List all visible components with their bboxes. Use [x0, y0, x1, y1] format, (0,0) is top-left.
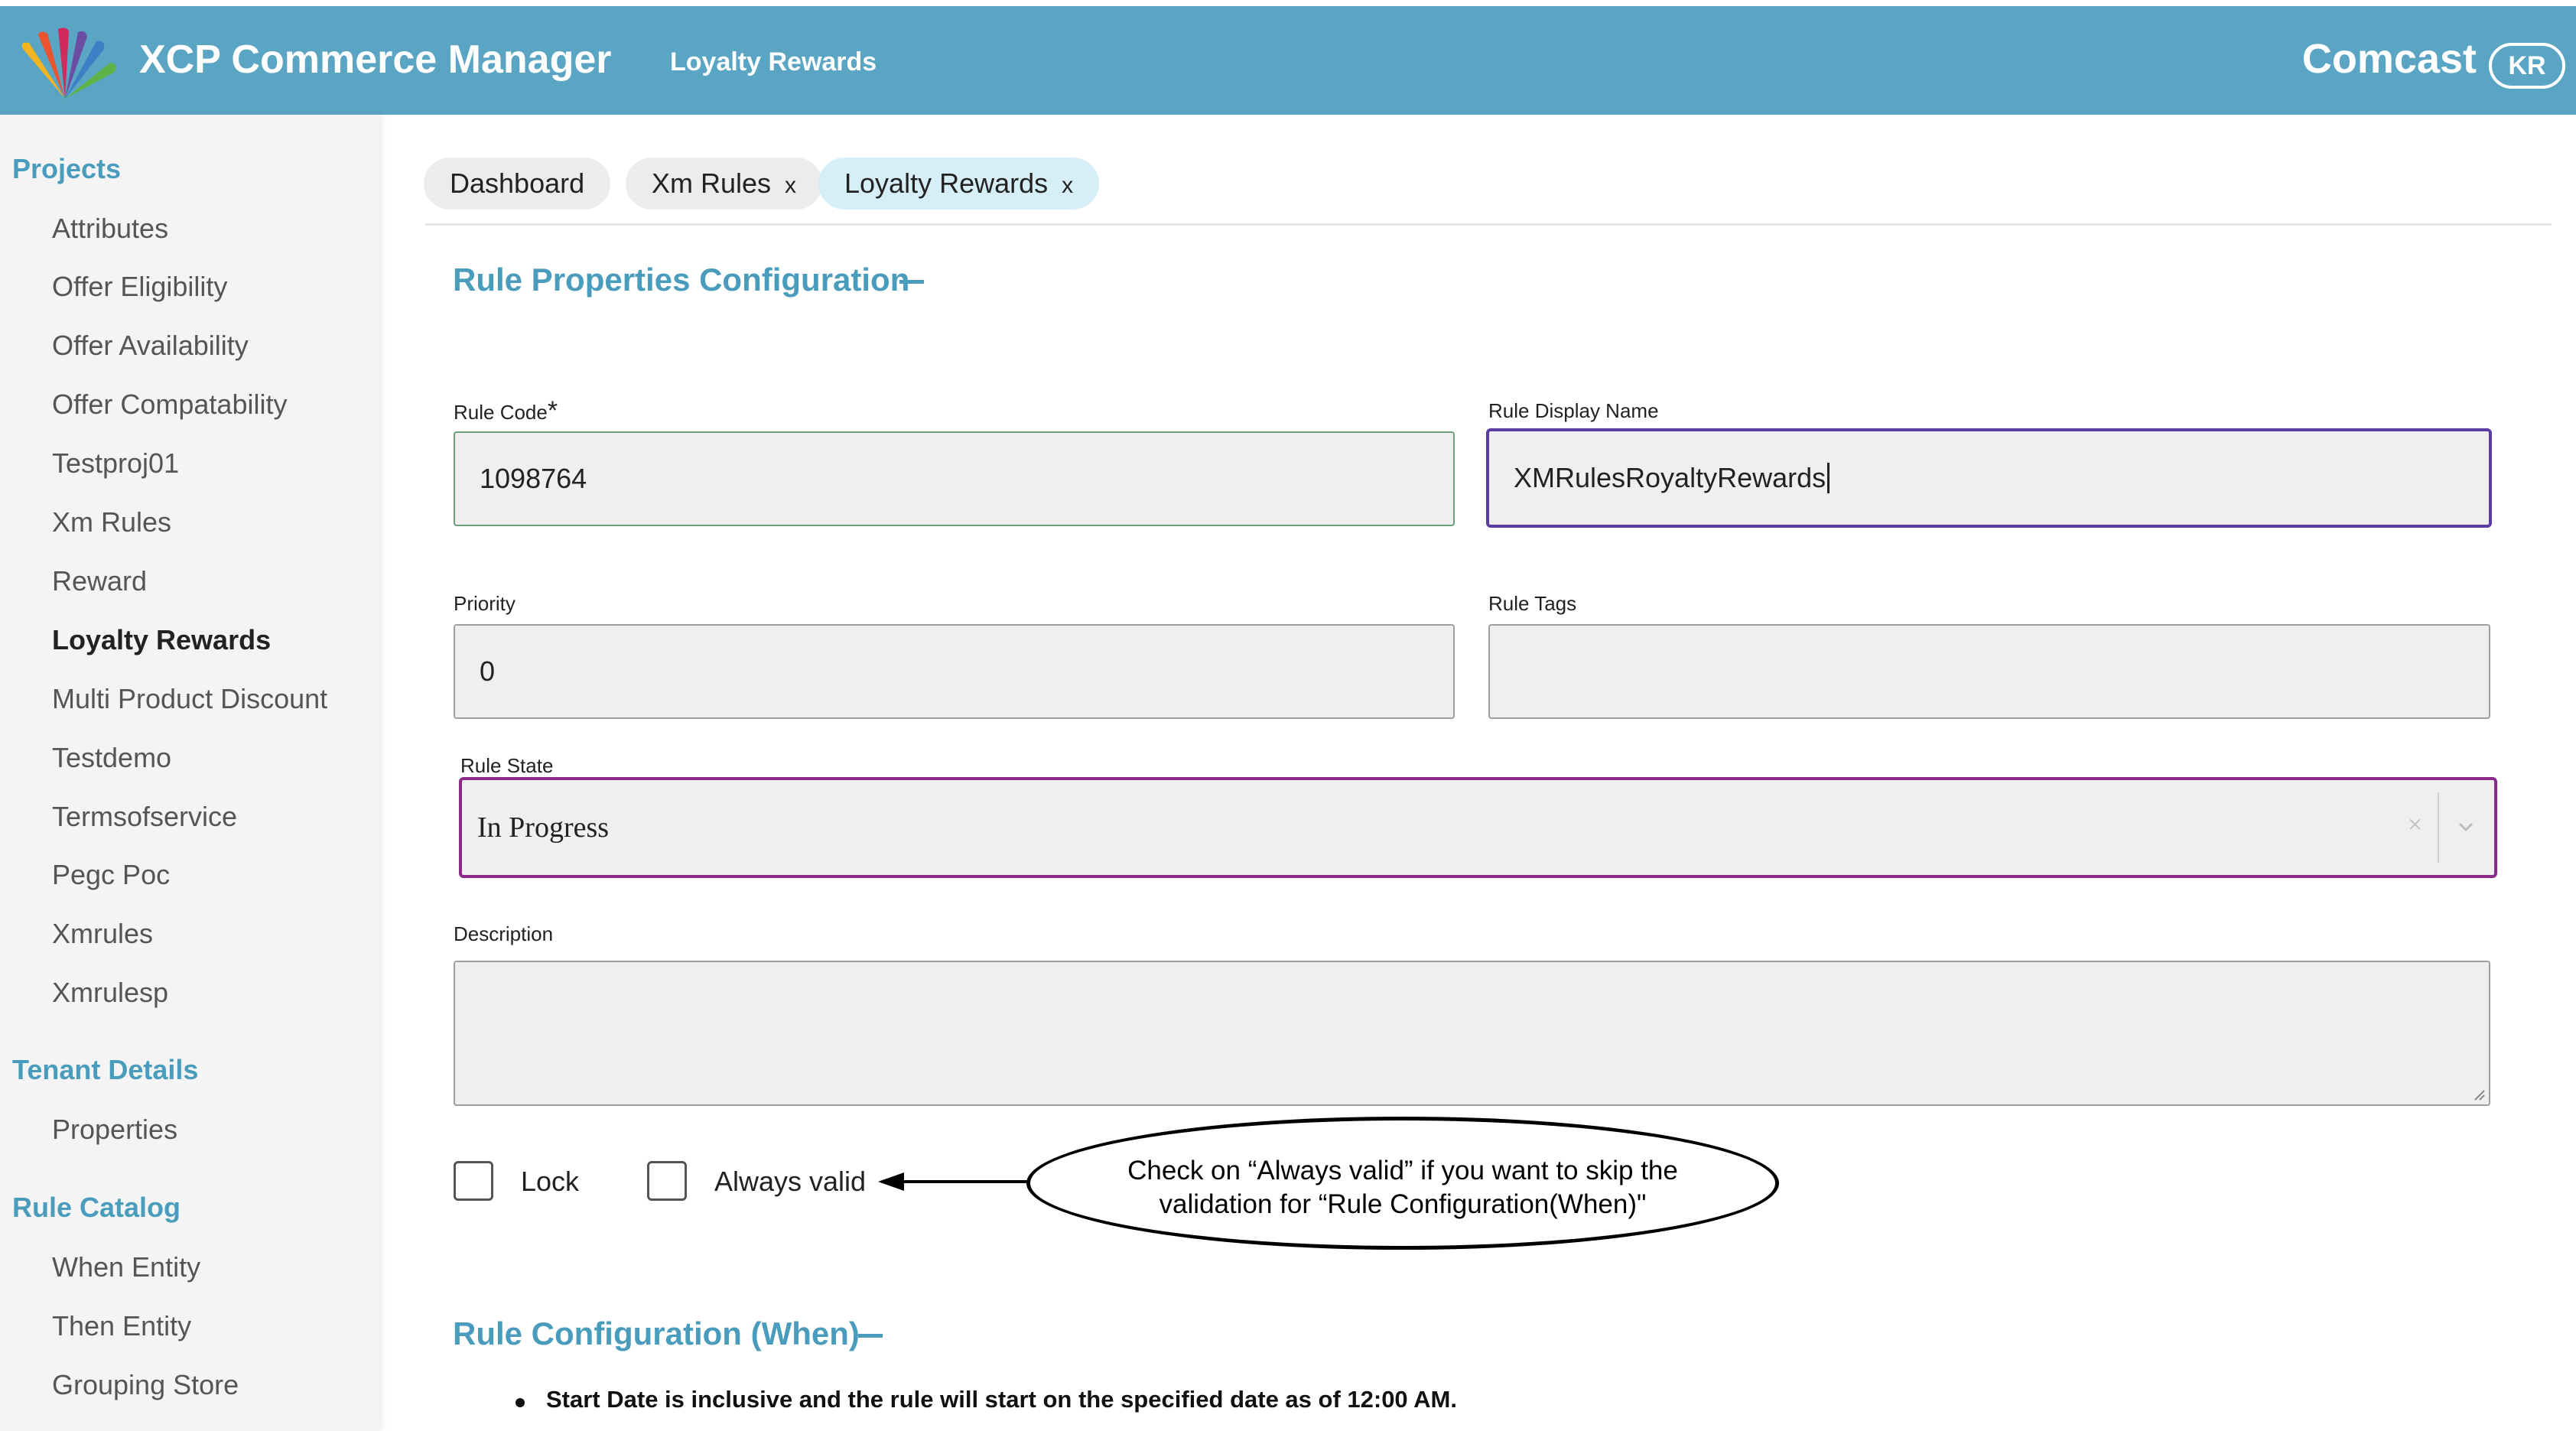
- sidebar-heading-projects[interactable]: Projects: [12, 153, 121, 185]
- sidebar-item-xm-rules[interactable]: Xm Rules: [52, 506, 171, 538]
- close-icon[interactable]: x: [785, 173, 796, 198]
- sidebar: Projects Attributes Offer Eligibility Of…: [0, 115, 379, 1431]
- sidebar-item-offer-eligibility[interactable]: Offer Eligibility: [52, 271, 227, 303]
- tab-xm-rules[interactable]: Xm Rules x: [626, 158, 823, 210]
- rule-display-name-input[interactable]: XMRulesRoyaltyRewards: [1486, 428, 2492, 528]
- sidebar-item-reward[interactable]: Reward: [52, 565, 147, 597]
- lock-checkbox[interactable]: [454, 1161, 493, 1201]
- tab-label: Xm Rules: [652, 167, 772, 199]
- sidebar-item-loyalty-rewards[interactable]: Loyalty Rewards: [52, 624, 271, 656]
- description-textarea[interactable]: [454, 961, 2490, 1106]
- lock-label: Lock: [521, 1166, 580, 1197]
- sidebar-item-offer-compatability[interactable]: Offer Compatability: [52, 389, 287, 421]
- text-cursor: [1827, 463, 1830, 493]
- sidebar-item-termsofservice[interactable]: Termsofservice: [52, 801, 237, 833]
- required-asterisk: *: [547, 396, 558, 425]
- sidebar-item-xmrules[interactable]: Xmrules: [52, 918, 153, 950]
- rule-state-label: Rule State: [460, 754, 554, 777]
- clear-icon[interactable]: ×: [2408, 811, 2422, 840]
- collapse-icon[interactable]: [899, 280, 924, 284]
- rule-code-value: 1098764: [480, 463, 587, 494]
- rule-tags-input[interactable]: [1488, 624, 2490, 719]
- user-avatar[interactable]: KR: [2489, 43, 2565, 89]
- sidebar-item-testproj01[interactable]: Testproj01: [52, 447, 179, 480]
- description-label: Description: [454, 922, 554, 945]
- sidebar-heading-rule-catalog[interactable]: Rule Catalog: [12, 1192, 181, 1224]
- tab-divider: [425, 223, 2552, 226]
- sidebar-item-attributes[interactable]: Attributes: [52, 213, 168, 245]
- rule-state-select[interactable]: In Progress ×: [459, 777, 2497, 878]
- always-valid-label: Always valid: [714, 1166, 867, 1197]
- rule-code-label: Rule Code*: [454, 396, 558, 426]
- rule-display-name-value: XMRulesRoyaltyRewards: [1514, 462, 1826, 493]
- sidebar-item-grouping-store[interactable]: Grouping Store: [52, 1369, 239, 1401]
- callout-line-1: Check on “Always valid” if you want to s…: [1127, 1156, 1678, 1185]
- sidebar-item-testdemo[interactable]: Testdemo: [52, 742, 171, 774]
- tab-dashboard[interactable]: Dashboard: [424, 158, 611, 210]
- brand-name: Comcast: [2301, 36, 2477, 82]
- sidebar-item-multi-product-discount[interactable]: Multi Product Discount: [52, 683, 327, 715]
- header-page-title: Loyalty Rewards: [670, 47, 877, 76]
- rule-state-value: In Progress: [477, 811, 610, 844]
- priority-label: Priority: [454, 592, 516, 615]
- app-title: XCP Commerce Manager: [139, 37, 612, 82]
- rule-display-name-label: Rule Display Name: [1488, 399, 1659, 422]
- priority-value: 0: [480, 655, 496, 687]
- peacock-logo-icon[interactable]: [8, 26, 122, 102]
- chevron-down-icon[interactable]: [2457, 818, 2474, 835]
- resize-handle-icon[interactable]: [2470, 1086, 2486, 1101]
- callout-line-2: validation for “Rule Configuration(When)…: [1159, 1189, 1647, 1219]
- sidebar-item-offer-availability[interactable]: Offer Availability: [52, 330, 249, 362]
- sidebar-item-when-entity[interactable]: When Entity: [52, 1251, 200, 1283]
- tab-label: Loyalty Rewards: [844, 167, 1049, 199]
- section-title-rule-properties: Rule Properties Configuration: [453, 262, 910, 298]
- callout-arrow-icon: [878, 1172, 1031, 1191]
- sidebar-item-then-entity[interactable]: Then Entity: [52, 1310, 191, 1342]
- rule-code-label-text: Rule Code: [454, 401, 548, 424]
- sidebar-item-properties[interactable]: Properties: [52, 1114, 177, 1146]
- tab-loyalty-rewards[interactable]: Loyalty Rewards x: [818, 158, 1100, 210]
- app-header: XCP Commerce Manager Loyalty Rewards Com…: [0, 0, 2576, 115]
- always-valid-checkbox[interactable]: [647, 1161, 687, 1201]
- sidebar-item-xmrulesp[interactable]: Xmrulesp: [52, 977, 168, 1009]
- bullet-icon: [516, 1398, 525, 1407]
- collapse-icon[interactable]: [858, 1334, 883, 1338]
- rule-code-input[interactable]: 1098764: [454, 431, 1455, 526]
- callout-annotation: Check on “Always valid” if you want to s…: [1026, 1117, 1779, 1250]
- tab-label: Dashboard: [450, 167, 585, 199]
- priority-input[interactable]: 0: [454, 624, 1455, 719]
- section-title-rule-config-when: Rule Configuration (When): [453, 1316, 860, 1351]
- sidebar-heading-tenant-details[interactable]: Tenant Details: [12, 1054, 198, 1086]
- start-date-note: Start Date is inclusive and the rule wil…: [546, 1386, 1457, 1413]
- rule-tags-label: Rule Tags: [1488, 592, 1577, 615]
- sidebar-item-pegc-poc[interactable]: Pegc Poc: [52, 859, 170, 891]
- close-icon[interactable]: x: [1062, 173, 1073, 198]
- select-separator: [2438, 792, 2439, 863]
